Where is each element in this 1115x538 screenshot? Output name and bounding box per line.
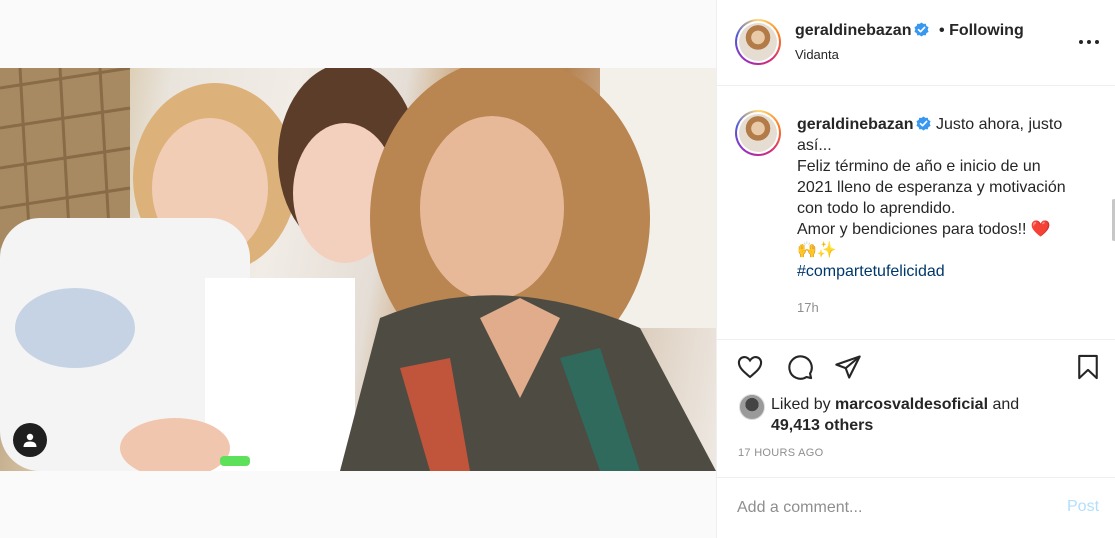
hashtag-link[interactable]: #compartetufelicidad [797, 261, 1077, 282]
more-dot-icon [1095, 40, 1099, 44]
more-dot-icon [1087, 40, 1091, 44]
likes-text: Liked by marcosvaldesoficial and 49,413 … [771, 394, 1019, 436]
send-icon [835, 355, 861, 379]
tagged-users-button[interactable] [13, 423, 47, 457]
caption-author-avatar[interactable] [735, 110, 781, 156]
caption-text: Feliz término de año e inicio de un [797, 158, 1041, 175]
liker-avatar[interactable] [739, 394, 765, 420]
post-actions [717, 340, 1115, 390]
caption-text: así... [797, 137, 832, 154]
likes-count-link[interactable]: 49,413 others [771, 417, 873, 434]
post-location[interactable]: Vidanta [795, 47, 839, 62]
caption-emoji: 🙌✨ [797, 242, 837, 259]
share-button[interactable] [833, 352, 863, 382]
photo-illustration [0, 68, 716, 471]
author-username[interactable]: geraldinebazan [795, 22, 911, 39]
liker-username[interactable]: marcosvaldesoficial [835, 396, 988, 413]
caption-line-1: geraldinebazan Justo ahora, justo [797, 114, 1077, 135]
post-comment-button[interactable]: Post [1067, 498, 1099, 516]
caption-author-username[interactable]: geraldinebazan [797, 116, 913, 133]
post-timestamp[interactable]: 17 HOURS AGO [738, 447, 824, 459]
caption-timestamp[interactable]: 17h [797, 300, 819, 315]
liked-by-prefix: Liked by [771, 396, 831, 413]
caption-text: Amor y bendiciones para todos!! ❤️ [797, 221, 1051, 238]
following-button[interactable]: Following [949, 22, 1024, 39]
caption-body: geraldinebazan Justo ahora, justo así...… [797, 114, 1077, 282]
user-icon [23, 433, 37, 447]
comment-bubble-icon [788, 355, 813, 380]
bookmark-icon [1078, 354, 1098, 380]
post-media-area [0, 0, 716, 538]
save-button[interactable] [1073, 352, 1103, 382]
follow-separator: • [939, 22, 945, 39]
comment-bar: Post [717, 477, 1115, 538]
liked-by-and: and [992, 396, 1020, 413]
post-caption: geraldinebazan Justo ahora, justo así...… [717, 86, 1115, 340]
follow-status: • Following [939, 22, 1024, 40]
caption-text: con todo lo aprendido. [797, 200, 956, 217]
caption-text: 2021 lleno de esperanza y motivación [797, 179, 1066, 196]
comment-input[interactable] [737, 496, 1037, 520]
post-photo[interactable] [0, 68, 716, 471]
author-line: geraldinebazan [795, 22, 930, 40]
author-avatar[interactable] [735, 19, 781, 65]
post-side-panel: geraldinebazan • Following Vidanta geral… [716, 0, 1115, 538]
verified-badge-icon [914, 22, 930, 37]
more-options-button[interactable] [1079, 32, 1099, 52]
heart-icon [737, 356, 763, 379]
comment-button[interactable] [785, 352, 815, 382]
verified-badge-icon [916, 116, 932, 131]
post-header: geraldinebazan • Following Vidanta [717, 0, 1115, 86]
like-button[interactable] [735, 352, 765, 382]
more-dot-icon [1079, 40, 1083, 44]
caption-text: Justo ahora, justo [935, 116, 1063, 133]
